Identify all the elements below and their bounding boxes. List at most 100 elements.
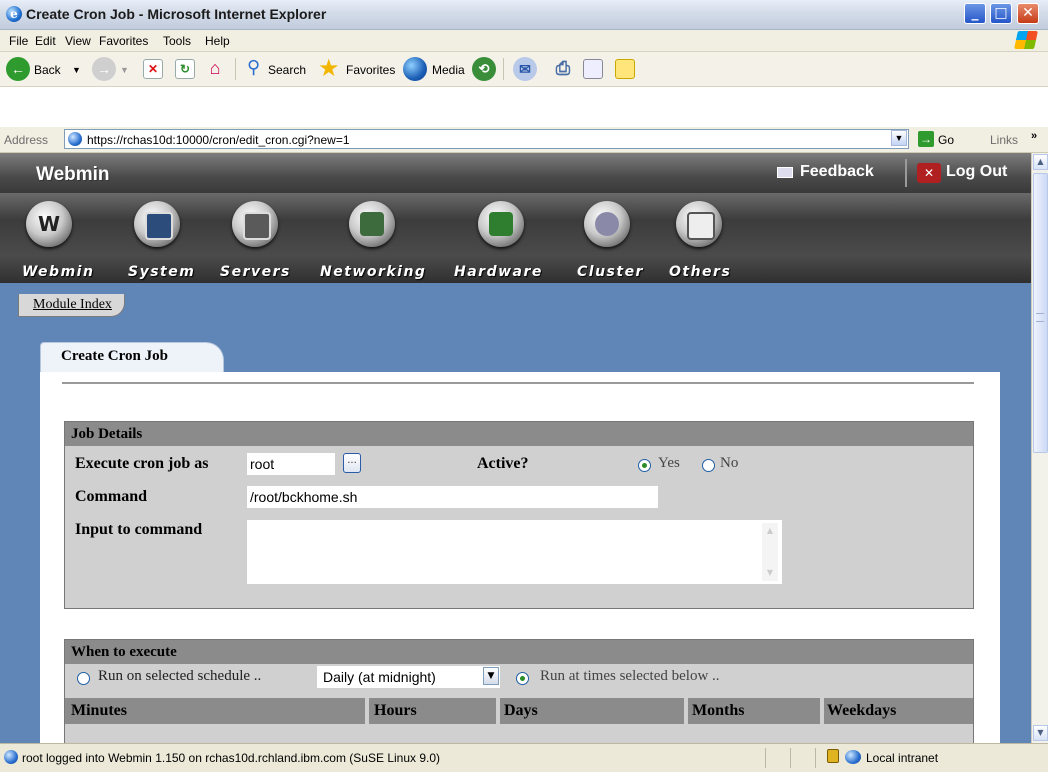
radio-selected-dot xyxy=(520,676,525,681)
scroll-down-icon[interactable]: ▼ xyxy=(762,565,778,581)
input-to-command-label: Input to command xyxy=(75,521,203,538)
address-url[interactable]: https://rchas10d:10000/cron/edit_cron.cg… xyxy=(87,133,350,147)
window-title-bar: e Create Cron Job - Microsoft Internet E… xyxy=(0,0,1048,30)
page-icon xyxy=(68,132,82,146)
toolbar-separator xyxy=(235,58,236,80)
webmin-logo: Webmin xyxy=(36,164,110,185)
page-scrollbar[interactable]: ▲ ▼ xyxy=(1031,153,1048,743)
maximize-button[interactable]: □ xyxy=(990,3,1012,24)
feedback-link[interactable]: Feedback xyxy=(800,163,874,181)
header-divider xyxy=(905,159,907,187)
system-category-icon[interactable] xyxy=(134,201,180,247)
links-button[interactable]: Links xyxy=(990,133,1018,147)
media-icon[interactable] xyxy=(403,57,427,81)
run-on-schedule-label: Run on selected schedule .. xyxy=(98,668,262,684)
scroll-up-icon[interactable]: ▲ xyxy=(1033,154,1048,170)
category-nav: W Webmin System Servers Networking Hardw… xyxy=(0,193,1031,283)
edit-icon[interactable] xyxy=(583,59,603,79)
forward-dropdown-icon[interactable]: ▼ xyxy=(120,65,129,75)
category-cluster[interactable]: Cluster xyxy=(577,264,644,280)
menu-edit[interactable]: Edit xyxy=(35,34,56,48)
scroll-up-icon[interactable]: ▲ xyxy=(762,523,778,539)
input-to-command-textarea[interactable]: ▲ ▼ xyxy=(246,519,783,585)
column-minutes: Minutes xyxy=(71,702,127,719)
print-icon[interactable]: ⎙ xyxy=(553,59,573,79)
category-webmin[interactable]: Webmin xyxy=(22,264,94,280)
back-button[interactable]: Back xyxy=(34,63,61,77)
textarea-scrollbar[interactable]: ▲ ▼ xyxy=(762,523,778,581)
scroll-down-icon[interactable]: ▼ xyxy=(1033,725,1048,741)
logout-icon[interactable]: ✕ xyxy=(917,163,941,183)
secure-lock-icon xyxy=(827,749,839,763)
menu-file[interactable]: File xyxy=(9,34,28,48)
back-dropdown-icon[interactable]: ▼ xyxy=(72,65,81,75)
security-zone: Local intranet xyxy=(866,751,939,765)
forward-arrow-icon[interactable]: → xyxy=(92,57,116,81)
menu-bar: File Edit View Favorites Tools Help xyxy=(0,30,1048,52)
category-system[interactable]: System xyxy=(128,264,195,280)
active-yes-radio[interactable] xyxy=(638,459,651,472)
category-servers[interactable]: Servers xyxy=(220,264,291,280)
active-no-radio[interactable] xyxy=(702,459,715,472)
column-divider xyxy=(365,698,369,724)
discuss-icon[interactable] xyxy=(615,59,635,79)
status-pane xyxy=(815,748,816,768)
page-status-icon xyxy=(4,750,18,764)
category-networking[interactable]: Networking xyxy=(320,264,426,280)
command-input[interactable]: /root/bckhome.sh xyxy=(246,485,659,509)
schedule-select[interactable]: Daily (at midnight) xyxy=(316,665,501,689)
search-button[interactable]: Search xyxy=(268,63,306,77)
user-browse-button[interactable]: ... xyxy=(343,453,361,473)
media-button[interactable]: Media xyxy=(432,63,465,77)
category-hardware[interactable]: Hardware xyxy=(454,264,543,280)
menu-favorites[interactable]: Favorites xyxy=(99,34,148,48)
select-dropdown-icon[interactable]: ▼ xyxy=(483,667,499,685)
run-at-times-radio[interactable] xyxy=(516,672,529,685)
logout-link[interactable]: Log Out xyxy=(946,163,1007,181)
column-months: Months xyxy=(692,702,745,719)
refresh-icon[interactable]: ↻ xyxy=(175,59,195,79)
status-pane xyxy=(765,748,766,768)
history-icon[interactable]: ⟲ xyxy=(472,57,496,81)
search-icon[interactable]: ⚲ xyxy=(247,57,260,78)
back-arrow-icon[interactable]: ← xyxy=(6,57,30,81)
home-icon[interactable]: ⌂ xyxy=(205,59,225,79)
menu-view[interactable]: View xyxy=(65,34,91,48)
webmin-header: Webmin Feedback ✕ Log Out xyxy=(0,153,1031,193)
column-divider xyxy=(496,698,500,724)
cluster-category-icon[interactable] xyxy=(584,201,630,247)
stop-icon[interactable]: ✕ xyxy=(143,59,163,79)
column-divider xyxy=(820,698,824,724)
scroll-grip xyxy=(1036,313,1044,322)
menu-help[interactable]: Help xyxy=(205,34,230,48)
address-input[interactable]: https://rchas10d:10000/cron/edit_cron.cg… xyxy=(64,129,909,149)
active-label: Active? xyxy=(477,455,529,472)
mail-icon[interactable]: ✉ xyxy=(513,57,537,81)
others-category-icon[interactable] xyxy=(676,201,722,247)
when-to-execute-heading: When to execute xyxy=(65,640,973,664)
module-index-link[interactable]: Module Index xyxy=(18,294,125,317)
feedback-envelope-icon[interactable] xyxy=(777,167,793,178)
category-others[interactable]: Others xyxy=(669,264,731,280)
radio-selected-dot xyxy=(642,463,647,468)
column-hours: Hours xyxy=(374,702,417,719)
panel-rule xyxy=(62,382,974,384)
execute-as-label: Execute cron job as xyxy=(75,455,209,472)
address-bar: Address https://rchas10d:10000/cron/edit… xyxy=(0,127,1048,153)
links-chevron-icon[interactable]: » xyxy=(1031,130,1037,142)
go-button[interactable]: Go xyxy=(938,133,954,147)
address-dropdown-icon[interactable]: ▼ xyxy=(891,130,907,146)
run-on-schedule-radio[interactable] xyxy=(77,672,90,685)
hardware-category-icon[interactable] xyxy=(478,201,524,247)
minimize-button[interactable]: _ xyxy=(964,3,986,24)
window-title: Create Cron Job - Microsoft Internet Exp… xyxy=(26,6,327,22)
close-button[interactable]: ✕ xyxy=(1017,3,1039,24)
go-arrow-icon[interactable]: → xyxy=(918,131,934,147)
webmin-category-icon[interactable]: W xyxy=(26,201,72,247)
menu-tools[interactable]: Tools xyxy=(163,34,191,48)
execute-as-input[interactable]: root xyxy=(246,452,336,476)
favorites-star-icon[interactable]: ★ xyxy=(318,54,340,83)
networking-category-icon[interactable] xyxy=(349,201,395,247)
servers-category-icon[interactable] xyxy=(232,201,278,247)
favorites-button[interactable]: Favorites xyxy=(346,63,395,77)
